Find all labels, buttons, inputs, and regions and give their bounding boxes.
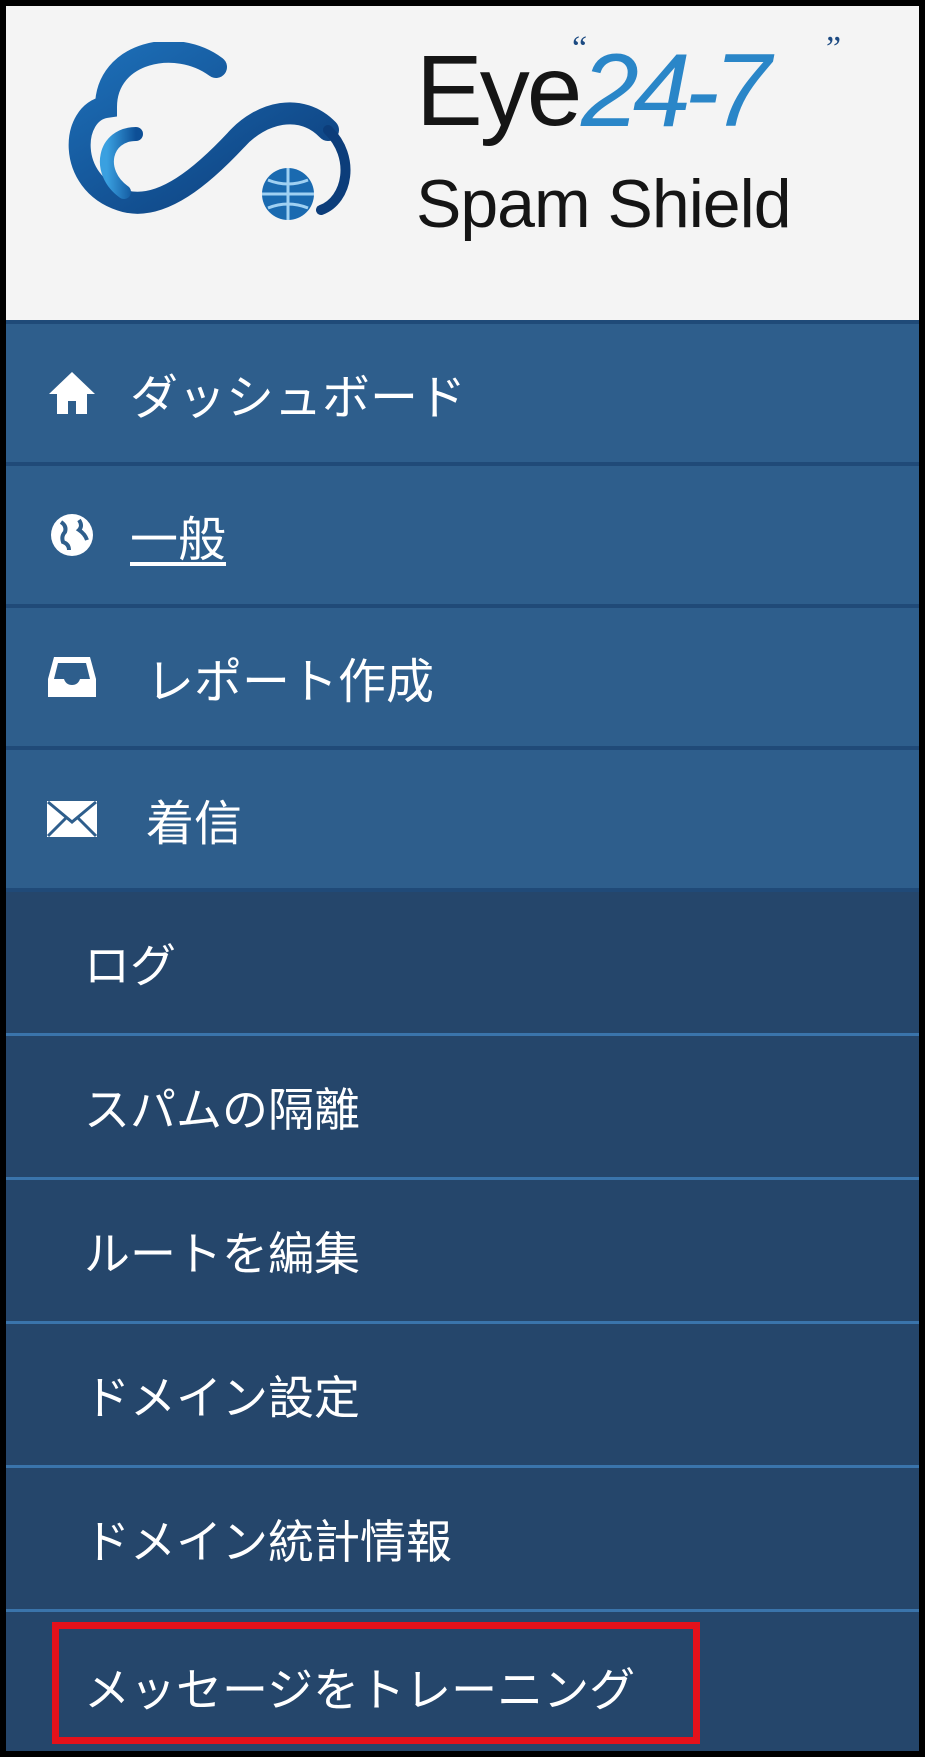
menu-item-general[interactable]: 一般 xyxy=(6,466,919,608)
logo-header: Eye “ 24-7 ” Spam Shield xyxy=(6,6,919,324)
submenu-item-edit-routes[interactable]: ルートを編集 xyxy=(6,1180,919,1324)
sidebar-menu: ダッシュボード 一般 レポート作成 着信 ログ スパムの隔離 ルートを編集 ドメ… xyxy=(6,324,919,1751)
logo-number: 24-7 xyxy=(581,33,771,149)
logo-product: Spam Shield xyxy=(416,166,792,242)
logo-quote-close: ” xyxy=(826,30,842,67)
sidebar-frame: Eye “ 24-7 ” Spam Shield ダッシュボード 一般 レポート… xyxy=(0,0,925,1757)
submenu-item-label: スパムの隔離 xyxy=(84,1082,360,1137)
submenu-item-label: ドメイン統計情報 xyxy=(84,1514,452,1569)
home-icon xyxy=(44,368,100,418)
cloud-logo-icon xyxy=(68,42,351,220)
submenu-item-train-messages[interactable]: メッセージをトレーニング xyxy=(6,1612,919,1751)
inbox-icon xyxy=(44,652,100,702)
submenu-item-label: ドメイン設定 xyxy=(84,1370,360,1425)
submenu-item-spam-quarantine[interactable]: スパムの隔離 xyxy=(6,1036,919,1180)
menu-item-label: 着信 xyxy=(146,796,243,852)
envelope-icon xyxy=(44,794,100,844)
logo-brand: Eye xyxy=(416,35,582,147)
submenu-item-label: メッセージをトレーニング xyxy=(84,1663,636,1717)
menu-item-dashboard[interactable]: ダッシュボード xyxy=(6,324,919,466)
submenu-item-label: ログ xyxy=(84,938,176,993)
globe-icon xyxy=(44,510,100,560)
submenu-item-domain-stats[interactable]: ドメイン統計情報 xyxy=(6,1468,919,1612)
menu-item-label[interactable]: 一般 xyxy=(130,500,226,570)
submenu-item-domain-settings[interactable]: ドメイン設定 xyxy=(6,1324,919,1468)
submenu-item-log[interactable]: ログ xyxy=(6,892,919,1036)
menu-item-incoming[interactable]: 着信 xyxy=(6,750,919,892)
menu-item-label: ダッシュボード xyxy=(130,370,467,426)
submenu-item-label: ルートを編集 xyxy=(84,1226,360,1281)
menu-item-label: レポート作成 xyxy=(146,654,435,710)
menu-item-reports[interactable]: レポート作成 xyxy=(6,608,919,750)
